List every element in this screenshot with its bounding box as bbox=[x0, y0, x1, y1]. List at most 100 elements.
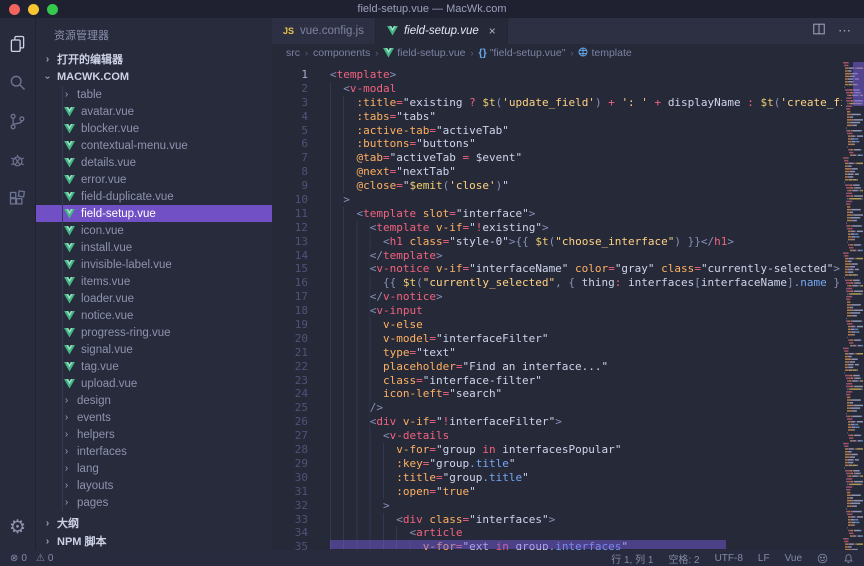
token: existing bbox=[482, 221, 535, 234]
code-line: > bbox=[330, 499, 842, 513]
traffic-lights bbox=[0, 4, 58, 15]
tree-file-loader.vue[interactable]: loader.vue bbox=[36, 290, 272, 307]
source-control-icon[interactable] bbox=[7, 110, 29, 132]
tree-folder-events[interactable]: ›events bbox=[36, 409, 272, 426]
token: " bbox=[535, 221, 542, 234]
minimize-window-button[interactable] bbox=[28, 4, 39, 15]
breadcrumb-item-1[interactable]: src bbox=[286, 47, 300, 59]
token: placeholder bbox=[383, 360, 456, 373]
eol-setting[interactable]: LF bbox=[758, 553, 770, 564]
line-number: 34 bbox=[272, 526, 318, 540]
tree-folder-interfaces[interactable]: ›interfaces bbox=[36, 443, 272, 460]
token: ? bbox=[462, 96, 482, 109]
code-line: :key="group.title" bbox=[330, 457, 842, 471]
token: = bbox=[456, 151, 476, 164]
line-number: 19 bbox=[272, 318, 318, 332]
tree-folder-design[interactable]: ›design bbox=[36, 392, 272, 409]
tree-file-icon.vue[interactable]: icon.vue bbox=[36, 222, 272, 239]
token: < bbox=[343, 82, 350, 95]
code-line: :buttons="buttons" bbox=[330, 137, 842, 151]
language-mode[interactable]: Vue bbox=[785, 553, 802, 564]
tree-file-field-setup.vue[interactable]: field-setup.vue bbox=[36, 205, 272, 222]
line-number: 10 bbox=[272, 193, 318, 207]
tree-file-items.vue[interactable]: items.vue bbox=[36, 273, 272, 290]
tree-file-contextual-menu.vue[interactable]: contextual-menu.vue bbox=[36, 137, 272, 154]
code-editor[interactable]: 1234567891011121314151617181920212223242… bbox=[272, 62, 864, 550]
settings-gear-icon[interactable]: ⚙ bbox=[7, 516, 29, 538]
npm-scripts-section[interactable]: › NPM 脚本 bbox=[36, 532, 272, 550]
notifications-bell-icon[interactable] bbox=[843, 553, 854, 564]
breadcrumb-item-2[interactable]: components bbox=[313, 47, 370, 59]
tab-field-setup.vue[interactable]: field-setup.vue× bbox=[376, 18, 508, 44]
explorer-icon[interactable] bbox=[7, 32, 29, 54]
breadcrumb-item-3[interactable]: field-setup.vue bbox=[383, 47, 465, 59]
search-icon[interactable] bbox=[7, 71, 29, 93]
indent-guides bbox=[330, 235, 383, 249]
code-line: @close="$emit('close')" bbox=[330, 179, 842, 193]
line-number: 31 bbox=[272, 485, 318, 499]
token: class bbox=[403, 235, 443, 248]
tree-file-tag.vue[interactable]: tag.vue bbox=[36, 358, 272, 375]
tree-item-label: signal.vue bbox=[81, 344, 133, 356]
token: [ bbox=[694, 276, 701, 289]
indent-guides bbox=[330, 276, 383, 290]
tree-file-progress-ring.vue[interactable]: progress-ring.vue bbox=[36, 324, 272, 341]
token: = bbox=[608, 262, 615, 275]
code-line: v-else bbox=[330, 318, 842, 332]
close-window-button[interactable] bbox=[9, 4, 20, 15]
split-editor-icon[interactable] bbox=[812, 22, 826, 41]
open-editors-section[interactable]: › 打开的编辑器 bbox=[36, 50, 272, 68]
vertical-scrollbar-thumb[interactable] bbox=[853, 62, 864, 106]
tree-folder-pages[interactable]: ›pages bbox=[36, 494, 272, 511]
tree-folder-table[interactable]: ›table bbox=[36, 86, 272, 103]
tree-folder-lang[interactable]: ›lang bbox=[36, 460, 272, 477]
feedback-smiley-icon[interactable] bbox=[817, 553, 828, 564]
extensions-icon[interactable] bbox=[7, 188, 29, 210]
token: > bbox=[555, 415, 562, 428]
more-actions-icon[interactable]: ⋯ bbox=[838, 23, 852, 39]
token: :title bbox=[356, 96, 396, 109]
tree-file-avatar.vue[interactable]: avatar.vue bbox=[36, 103, 272, 120]
tree-file-field-duplicate.vue[interactable]: field-duplicate.vue bbox=[36, 188, 272, 205]
vue-file-icon bbox=[64, 362, 75, 372]
tree-folder-layouts[interactable]: ›layouts bbox=[36, 477, 272, 494]
tab-vue.config.js[interactable]: JSvue.config.js bbox=[272, 18, 376, 44]
encoding[interactable]: UTF-8 bbox=[715, 553, 743, 564]
problems-warnings[interactable]: ⚠ 0 bbox=[36, 553, 54, 564]
tree-file-signal.vue[interactable]: signal.vue bbox=[36, 341, 272, 358]
token: = bbox=[449, 207, 456, 220]
indentation-setting[interactable]: 空格: 2 bbox=[668, 551, 699, 566]
window-title: field-setup.vue — MacWk.com bbox=[0, 3, 864, 15]
tree-file-invisible-label.vue[interactable]: invisible-label.vue bbox=[36, 256, 272, 273]
outline-section[interactable]: › 大纲 bbox=[36, 514, 272, 532]
tree-file-error.vue[interactable]: error.vue bbox=[36, 171, 272, 188]
tree-item-label: field-duplicate.vue bbox=[81, 191, 174, 203]
line-number: 2 bbox=[272, 82, 318, 96]
tree-file-install.vue[interactable]: install.vue bbox=[36, 239, 272, 256]
tree-folder-helpers[interactable]: ›helpers bbox=[36, 426, 272, 443]
breadcrumb-item-4[interactable]: {}"field-setup.vue" bbox=[479, 47, 566, 59]
token: v-else bbox=[383, 318, 423, 331]
token: > bbox=[390, 68, 397, 81]
code-line: <div class="interfaces"> bbox=[330, 513, 842, 527]
chevron-right-icon: › bbox=[43, 518, 52, 529]
tree-file-upload.vue[interactable]: upload.vue bbox=[36, 375, 272, 392]
code-lines[interactable]: <template><v-modal:title="existing ? $t(… bbox=[318, 62, 842, 550]
tree-file-details.vue[interactable]: details.vue bbox=[36, 154, 272, 171]
tree-file-notice.vue[interactable]: notice.vue bbox=[36, 307, 272, 324]
minimap[interactable] bbox=[842, 62, 864, 550]
debug-icon[interactable] bbox=[7, 149, 29, 171]
horizontal-scrollbar-thumb[interactable] bbox=[330, 540, 726, 549]
tree-file-blocker.vue[interactable]: blocker.vue bbox=[36, 120, 272, 137]
breadcrumb-item-5[interactable]: template bbox=[578, 47, 631, 60]
problems-errors[interactable]: ⊗ 0 bbox=[10, 553, 27, 564]
explorer-sidebar: 资源管理器 › 打开的编辑器 › MACWK.COM ›tableavatar.… bbox=[36, 18, 272, 550]
indent-guides bbox=[330, 290, 370, 304]
cursor-position[interactable]: 行 1, 列 1 bbox=[611, 551, 653, 566]
token: </ bbox=[370, 290, 383, 303]
workspace-root-section[interactable]: › MACWK.COM bbox=[36, 68, 272, 86]
tree-item-label: blocker.vue bbox=[81, 123, 139, 135]
tree-item-label: table bbox=[77, 89, 102, 101]
zoom-window-button[interactable] bbox=[47, 4, 58, 15]
close-tab-icon[interactable]: × bbox=[489, 24, 496, 38]
